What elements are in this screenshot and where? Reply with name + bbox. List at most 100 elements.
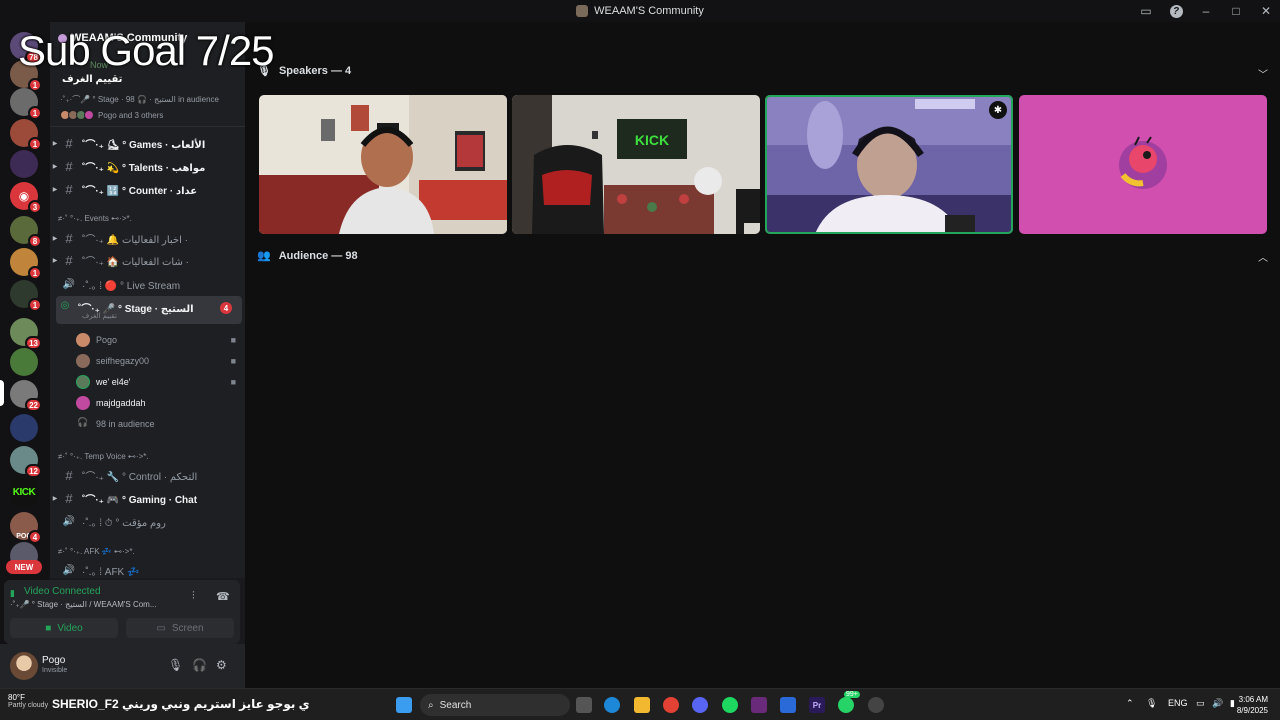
- active-stage-info: ·˚₊·⌒🎤 ° Stage · الستيج · 🎧 98 in audien…: [60, 95, 219, 104]
- microphone-icon[interactable]: 🎙: [1146, 698, 1157, 709]
- channel-temp-room[interactable]: 🔊 ·˚.｡ ⁞ ⏱ ° روم مؤقت: [50, 511, 242, 531]
- server-icon-10[interactable]: [10, 348, 38, 376]
- camera-feed-3: [765, 95, 1013, 234]
- chevron-up-icon[interactable]: ⌃: [1126, 698, 1134, 709]
- maximize-button[interactable]: □: [1228, 4, 1244, 18]
- video-camera-icon: ■: [45, 622, 52, 634]
- audience-header[interactable]: 👥 Audience — 98: [257, 249, 358, 263]
- chevron-down-icon[interactable]: ﹀: [1258, 66, 1268, 81]
- kick-server-icon[interactable]: KICK: [10, 478, 38, 506]
- user-name[interactable]: Pogo: [42, 655, 65, 666]
- whatsapp-icon[interactable]: 99+: [838, 691, 860, 713]
- help-icon[interactable]: ?: [1168, 4, 1184, 18]
- text-channel-icon: #: [65, 467, 73, 483]
- server-icon-12[interactable]: [10, 414, 38, 442]
- noise-suppression-icon[interactable]: ⫶: [192, 590, 195, 603]
- channel-event-chat[interactable]: ▶ # ˚⌒·₊ 🏠 شات الفعاليات ·: [50, 250, 242, 270]
- volume-icon[interactable]: 🔊: [1212, 698, 1223, 709]
- taskbar-clock[interactable]: 3:06 AM 8/9/2025: [1237, 694, 1268, 716]
- voice-status[interactable]: Video Connected: [24, 586, 101, 597]
- server-icon-9[interactable]: 13: [10, 318, 42, 350]
- server-icon-6[interactable]: 8: [10, 216, 42, 248]
- taskbar-search[interactable]: ⌕ Search: [420, 694, 570, 716]
- clock-time: 3:06 AM: [1238, 695, 1268, 704]
- server-badge: 3: [28, 200, 42, 214]
- camera-tile-1[interactable]: [259, 95, 507, 234]
- avatar[interactable]: [10, 652, 38, 680]
- avatar-tile-4[interactable]: [1019, 95, 1267, 234]
- category-afk[interactable]: ≠·˚ °·₊. AFK 💤 ⊷·>*.: [58, 547, 135, 556]
- channel-sidebar: WEAAM'S Community Now تقييم الغرف ·˚₊·⌒🎤…: [50, 22, 245, 578]
- voice-user[interactable]: Pogo ■: [76, 331, 236, 349]
- channel-live-stream[interactable]: 🔊 ·˚.｡ ⁞ 🔴 ° Live Stream: [50, 274, 242, 294]
- active-event-title[interactable]: تقييم الغرف: [62, 74, 122, 85]
- speakers-label: Speakers — 4: [278, 64, 352, 77]
- clock-date: 8/9/2025: [1236, 706, 1268, 715]
- channel-afk[interactable]: 🔊 ·˚.｡ ⁞ AFK 💤: [50, 560, 242, 578]
- channel-event-news[interactable]: ▶ # ˚⌒·₊ 🔔 اخبار الفعاليات ·: [50, 228, 242, 248]
- premiere-icon[interactable]: Pr: [809, 697, 825, 713]
- close-button[interactable]: ✕: [1258, 4, 1274, 18]
- server-badge: 22: [25, 398, 42, 412]
- microphone-icon[interactable]: 🎙: [168, 658, 183, 672]
- category-temp-voice[interactable]: ≠·˚ °·₊. Temp Voice ⊷·>*.: [58, 452, 149, 461]
- discord-icon[interactable]: [692, 697, 708, 713]
- server-badge: 1: [28, 298, 42, 312]
- voice-channel-link[interactable]: ·˚₊🎤 ° Stage · الستيج / WEAAM'S Com...: [10, 600, 186, 609]
- text-channel-icon: #: [65, 230, 73, 246]
- channel-gaming-chat[interactable]: ▶ # ˚⌒·₊ 🎮 ° Gaming · Chat: [50, 488, 242, 508]
- server-icon-8[interactable]: 1: [10, 280, 42, 312]
- signal-icon[interactable]: ▮: [10, 588, 15, 599]
- channel-control[interactable]: # ˚⌒·₊ 🔧 ° Control · التحكم: [50, 465, 242, 485]
- unread-marker-icon: ▶: [52, 495, 58, 502]
- file-explorer-icon[interactable]: [634, 697, 650, 713]
- video-button[interactable]: ■ Video: [10, 618, 118, 638]
- gear-icon[interactable]: ⚙: [216, 658, 227, 672]
- channel-counter[interactable]: ▶ # ˚⌒·₊ 🔢 ° Counter · عداد: [50, 179, 242, 199]
- channel-label: ·˚.｡ ⁞ ⏱ ° روم مؤقت: [82, 517, 166, 529]
- server-icon-13[interactable]: 12: [10, 446, 42, 478]
- task-view-icon[interactable]: [576, 697, 592, 713]
- server-icon-3[interactable]: 1: [10, 88, 42, 120]
- chevron-up-icon[interactable]: ︿: [1258, 249, 1268, 264]
- channel-talents[interactable]: ▶ # ˚⌒·₊ 💫 ° Talents · مواهب: [50, 156, 242, 176]
- audience-count[interactable]: 🎧 98 in audience: [76, 415, 236, 433]
- camera-icon: ■: [230, 356, 236, 366]
- unread-marker-icon: ▶: [52, 186, 58, 193]
- voice-user[interactable]: majdgaddah: [76, 394, 236, 412]
- headphones-icon[interactable]: 🎧: [192, 658, 207, 672]
- edge-icon[interactable]: [604, 697, 620, 713]
- minimize-button[interactable]: –: [1198, 4, 1214, 18]
- pogo-server-icon[interactable]: POG 4: [10, 512, 42, 544]
- camera-tile-2[interactable]: KICK: [512, 95, 760, 234]
- voice-user[interactable]: we' el4e' ■: [76, 373, 236, 391]
- category-events[interactable]: ≠·˚ °·₊. Events ⊷·>*.: [58, 214, 132, 223]
- new-servers-pill[interactable]: NEW: [6, 560, 42, 574]
- server-icon-4[interactable]: 1: [10, 119, 42, 151]
- speaker-icon: 🔊: [62, 564, 76, 576]
- app-icon[interactable]: [751, 697, 767, 713]
- channel-stage[interactable]: ◎ ˚⌒·₊ 🎤 ° Stage · الستيج تقييم الغرف 4: [56, 296, 242, 324]
- chrome-icon[interactable]: [663, 697, 679, 713]
- windows-start-icon[interactable]: [396, 697, 412, 713]
- weather-widget[interactable]: 80°F Partly cloudy: [8, 693, 48, 709]
- battery-icon[interactable]: ▮: [1230, 698, 1235, 709]
- obs-icon[interactable]: [868, 697, 884, 713]
- server-icon-5[interactable]: [10, 150, 38, 178]
- file-icon[interactable]: [780, 697, 796, 713]
- sub-goal-overlay: Sub Goal 7/25: [18, 27, 275, 74]
- network-icon[interactable]: ▭: [1196, 698, 1205, 709]
- channel-label: ˚⌒·₊ 🔢 ° Counter · عداد: [82, 185, 198, 197]
- screen-share-button[interactable]: ▭ Screen: [126, 618, 234, 638]
- inbox-icon[interactable]: ▭: [1138, 4, 1154, 18]
- camera-tile-3[interactable]: ✱: [765, 95, 1013, 234]
- language-indicator[interactable]: ENG: [1168, 698, 1188, 708]
- disconnect-icon[interactable]: ☎: [216, 590, 230, 603]
- channel-games[interactable]: ▶ # ˚⌒·₊ ⛸ ° Games · الألعاب: [50, 133, 242, 153]
- server-icon-weaam[interactable]: 22: [10, 380, 42, 412]
- spotify-icon[interactable]: [722, 697, 738, 713]
- voice-user[interactable]: seifhegazy00 ■: [76, 352, 236, 370]
- stage-icon: ◎: [60, 300, 70, 311]
- server-icon-7[interactable]: 1: [10, 248, 42, 280]
- discord-logo-icon[interactable]: ◉ 3: [10, 182, 42, 214]
